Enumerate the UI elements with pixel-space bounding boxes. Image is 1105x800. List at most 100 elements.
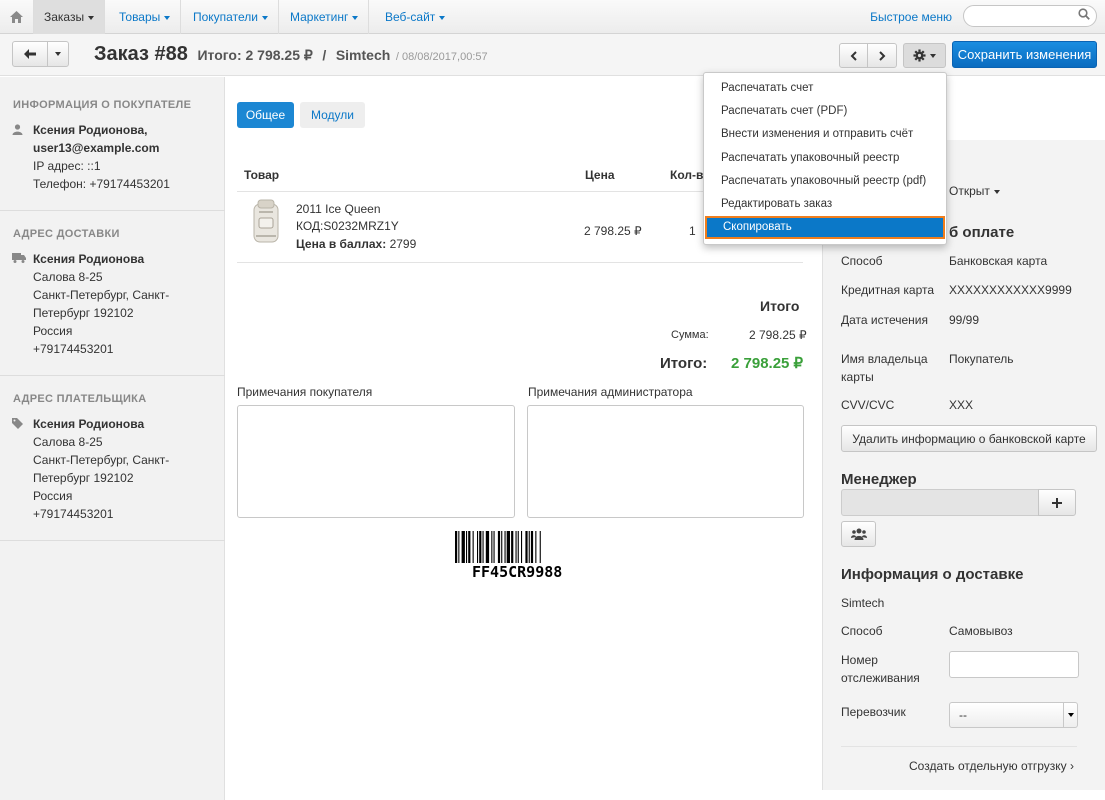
back-button[interactable] — [12, 41, 48, 67]
shipping-company: Simtech — [841, 596, 885, 610]
customer-phone: Телефон: +79174453201 — [33, 177, 170, 191]
product-name-link[interactable]: 2011 Ice Queen — [296, 202, 381, 216]
billing-line2: Санкт-Петербург, Санкт- — [33, 453, 170, 467]
tracking-label: Номер отслеживания — [841, 651, 920, 687]
customer-ip: IP адрес: ::1 — [33, 159, 101, 173]
nav-customers-label: Покупатели — [193, 10, 258, 24]
carrier-selected-value: -- — [959, 708, 967, 722]
search-icon[interactable] — [1078, 8, 1090, 23]
carrier-select[interactable]: -- — [949, 702, 1078, 728]
create-shipment-link[interactable]: Создать отдельную отгрузку › — [909, 757, 1074, 775]
product-code: КОД:S0232MRZ1Y — [296, 219, 399, 233]
column-header-price: Цена — [585, 168, 615, 182]
billing-line4: Россия — [33, 489, 73, 503]
totals-title: Итого — [760, 298, 800, 314]
billing-line3: Петербург 192102 — [33, 471, 134, 485]
prev-order-button[interactable] — [839, 43, 868, 68]
barcode-text: FF45CR9988 — [472, 563, 563, 581]
admin-notes-textarea[interactable] — [527, 405, 804, 518]
column-header-product: Товар — [244, 168, 280, 182]
arrow-left-icon — [24, 49, 36, 59]
add-manager-button[interactable] — [1038, 489, 1076, 516]
product-quantity: 1 — [689, 224, 696, 238]
menu-item-copy[interactable]: Скопировать — [705, 216, 945, 239]
tab-general[interactable]: Общее — [237, 102, 294, 128]
nav-website[interactable]: Веб-сайт — [375, 0, 455, 34]
billing-line1: Салова 8-25 — [33, 435, 103, 449]
barcode-bar — [491, 531, 493, 563]
column-header-quantity: Кол-в — [670, 168, 704, 182]
barcode-bar — [455, 531, 458, 563]
cvv-value: XXX — [949, 398, 974, 412]
customer-notes-textarea[interactable] — [237, 405, 515, 518]
menu-item-print-packing-slip[interactable]: Распечатать упаковочный реестр — [704, 147, 946, 170]
tab-modules[interactable]: Модули — [300, 102, 365, 128]
chevron-down-icon — [439, 15, 446, 20]
customer-email-link[interactable]: user13@example.com — [33, 139, 159, 157]
shipping-line2: Санкт-Петербург, Санкт- — [33, 288, 170, 302]
truck-icon — [12, 253, 26, 263]
barcode-bar — [539, 531, 541, 563]
menu-item-edit-order[interactable]: Редактировать заказ — [704, 193, 946, 216]
holder-value: Покупатель — [949, 352, 1014, 366]
barcode-bar — [501, 531, 503, 563]
billing-name: Ксения Родионова — [33, 417, 145, 431]
tracking-number-input[interactable] — [949, 651, 1079, 678]
holder-label-line1: Имя владельца — [841, 352, 928, 366]
ship-method-label: Способ — [841, 624, 883, 638]
barcode-bar — [525, 531, 528, 563]
customer-name-link[interactable]: Ксения Родионова, — [33, 121, 147, 139]
status-value: Открыт — [949, 184, 990, 198]
card-label: Кредитная карта — [841, 283, 935, 297]
barcode-bar — [479, 531, 482, 563]
shipping-line1: Салова 8-25 — [33, 270, 103, 284]
menu-item-edit-and-send-invoice[interactable]: Внести изменения и отправить счёт — [704, 123, 946, 146]
chevron-down-icon — [930, 53, 936, 58]
divider — [0, 540, 225, 541]
barcode-bar — [511, 531, 514, 563]
grand-total-value: 2 798.25 ₽ — [731, 355, 804, 372]
holder-label-line2: карты — [841, 370, 874, 384]
payment-info-title: б оплате — [949, 224, 1015, 241]
nav-orders-label: Заказы — [44, 10, 85, 24]
admin-notes-label: Примечания администратора — [528, 385, 693, 399]
shipping-line4: Россия — [33, 324, 73, 338]
menu-item-print-packing-slip-pdf[interactable]: Распечатать упаковочный реестр (pdf) — [704, 170, 946, 193]
save-changes-button[interactable]: Сохранить изменения — [952, 41, 1097, 68]
barcode-bar — [530, 531, 534, 563]
quick-menu-link[interactable]: Быстрое меню — [870, 0, 952, 34]
users-button[interactable] — [841, 521, 876, 547]
manager-title: Менеджер — [841, 471, 917, 488]
nav-marketing[interactable]: Маркетинг — [280, 0, 370, 34]
nav-marketing-label: Маркетинг — [290, 10, 349, 24]
menu-item-print-invoice-pdf[interactable]: Распечатать счет (PDF) — [704, 100, 946, 123]
product-points: Цена в баллах: 2799 — [296, 237, 416, 251]
delete-card-info-button[interactable]: Удалить информацию о банковской карте — [841, 425, 1097, 452]
page-title: Заказ #88 Итого: 2 798.25 ₽ / Simtech / … — [94, 43, 488, 66]
settings-dropdown-button[interactable] — [903, 43, 946, 68]
barcode-image — [455, 531, 541, 563]
next-order-button[interactable] — [867, 43, 897, 68]
order-number: Заказ #88 — [94, 43, 188, 65]
payment-method-value: Банковская карта — [949, 254, 1048, 268]
carrier-label: Перевозчик — [841, 705, 906, 719]
menu-item-print-invoice[interactable]: Распечатать счет — [704, 77, 946, 100]
barcode-bar — [528, 531, 530, 563]
status-dropdown[interactable]: Открыт — [949, 182, 1000, 200]
manager-input[interactable] — [841, 489, 1039, 516]
search-input[interactable] — [963, 5, 1097, 27]
chevron-down-icon — [1067, 713, 1074, 717]
tracking-label-line1: Номер — [841, 653, 878, 667]
sidebar: Информация о покупателе Ксения Родионова… — [0, 77, 225, 800]
home-icon[interactable] — [0, 0, 34, 34]
product-thumbnail[interactable] — [248, 198, 284, 246]
points-value: 2799 — [389, 237, 417, 251]
nav-orders[interactable]: Заказы — [34, 0, 106, 34]
barcode-bar — [504, 531, 506, 563]
back-dropdown-button[interactable] — [47, 41, 69, 67]
chevron-right-icon — [878, 50, 885, 61]
table-row-divider — [237, 262, 803, 263]
nav-products[interactable]: Товары — [109, 0, 182, 34]
settings-dropdown-menu: Распечатать счет Распечатать счет (PDF) … — [703, 72, 947, 245]
nav-customers[interactable]: Покупатели — [183, 0, 279, 34]
